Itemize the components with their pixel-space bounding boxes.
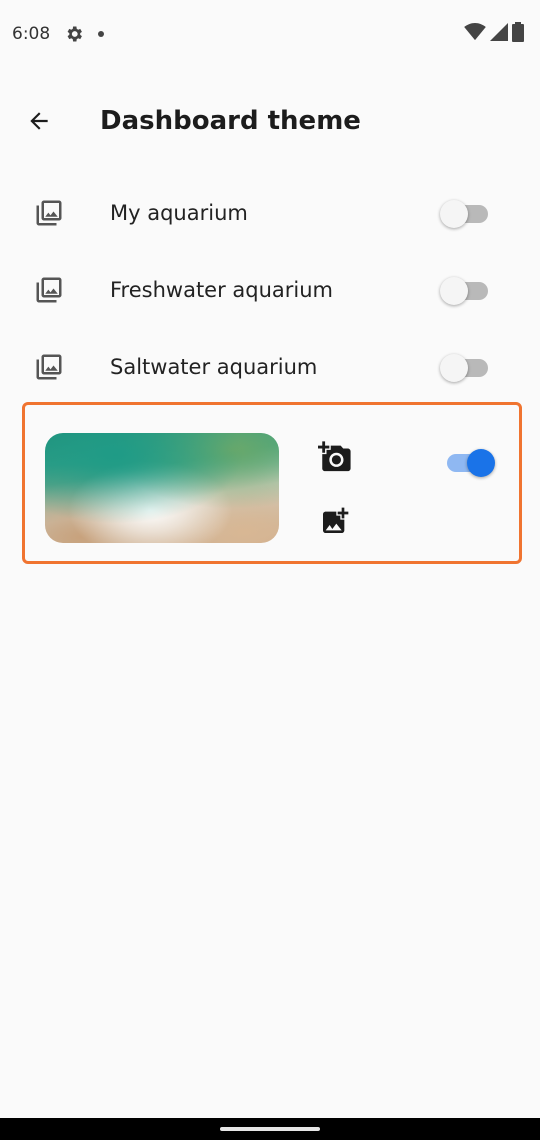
- theme-label: Freshwater aquarium: [110, 277, 334, 302]
- status-bar: 6:08: [0, 0, 540, 68]
- switch-thumb: [440, 276, 468, 305]
- wifi-icon: [464, 23, 486, 45]
- page-title: Dashboard theme: [100, 106, 361, 136]
- theme-row-my-aquarium[interactable]: My aquarium: [0, 174, 540, 251]
- theme-label: My aquarium: [110, 200, 248, 225]
- add-a-photo-icon: [318, 440, 352, 478]
- gear-icon: [64, 24, 84, 44]
- switch-thumb: [467, 449, 495, 477]
- theme-row-freshwater-aquarium[interactable]: Freshwater aquarium: [0, 251, 540, 328]
- notification-dot-icon: [98, 31, 105, 37]
- custom-theme-preview-image[interactable]: [45, 433, 279, 543]
- theme-row-saltwater-aquarium[interactable]: Saltwater aquarium: [0, 328, 540, 405]
- custom-theme-panel: [22, 402, 522, 564]
- theme-toggle[interactable]: [440, 275, 492, 305]
- battery-icon: [512, 22, 524, 46]
- image-library-icon: [34, 352, 64, 382]
- signal-icon: [490, 23, 508, 45]
- back-button[interactable]: [18, 102, 60, 144]
- theme-toggle[interactable]: [440, 198, 492, 228]
- arrow-back-icon: [26, 108, 52, 138]
- theme-toggle[interactable]: [440, 352, 492, 382]
- app-bar: Dashboard theme: [0, 90, 540, 160]
- home-gesture-handle[interactable]: [220, 1127, 320, 1131]
- system-nav-bar: [0, 1118, 540, 1140]
- add-photo-icon: [319, 505, 351, 541]
- switch-thumb: [440, 353, 468, 382]
- status-icons: [464, 22, 524, 46]
- status-time: 6:08: [12, 24, 51, 44]
- theme-label: Saltwater aquarium: [110, 354, 318, 379]
- take-photo-button[interactable]: [315, 439, 355, 479]
- custom-theme-toggle[interactable]: [443, 447, 495, 477]
- image-library-icon: [34, 275, 64, 305]
- add-image-button[interactable]: [315, 503, 355, 543]
- switch-thumb: [440, 199, 468, 228]
- image-library-icon: [34, 198, 64, 228]
